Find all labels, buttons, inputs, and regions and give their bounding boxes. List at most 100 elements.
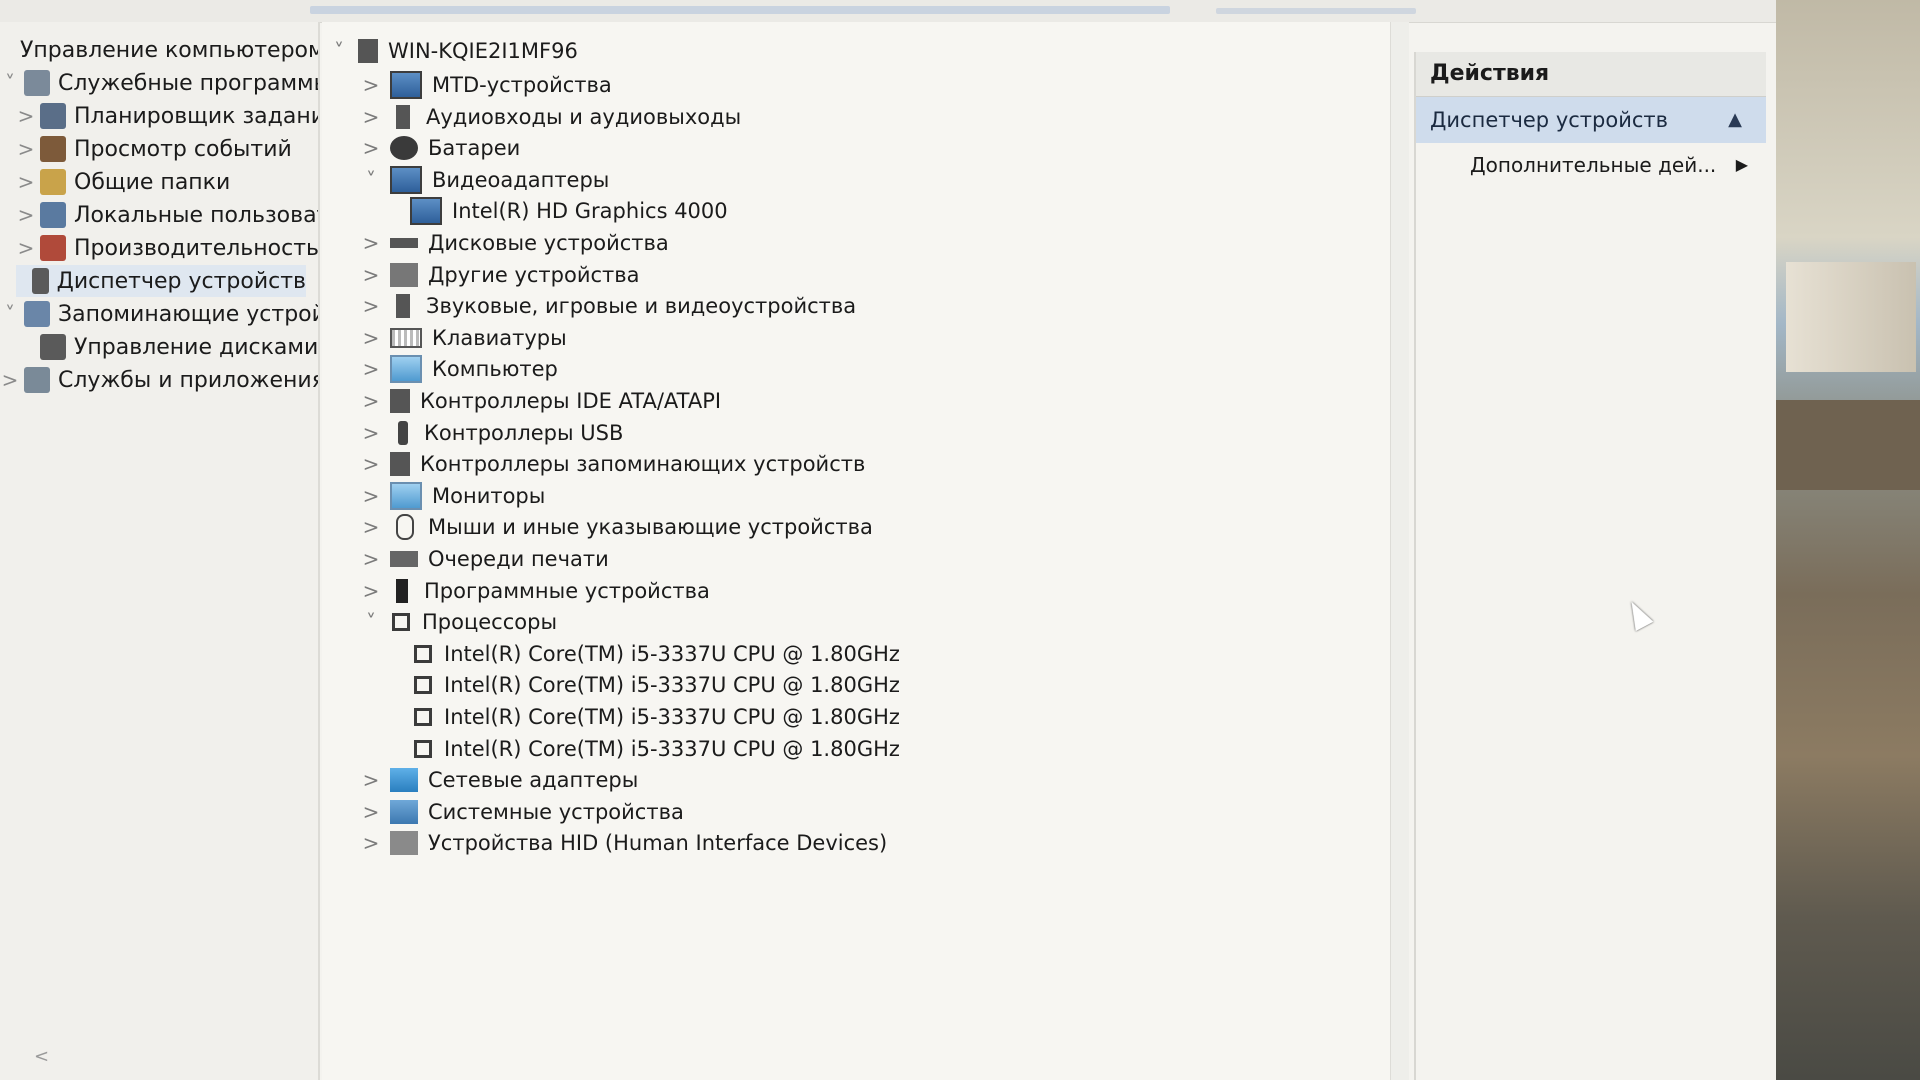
expand-chevron-icon[interactable]: > [360,136,382,160]
nav-item[interactable]: ˅ Запоминающие устройст [0,298,318,330]
nav-item[interactable]: > Локальные пользовате [16,199,318,231]
expand-chevron-icon[interactable]: > [360,294,382,318]
other-device-icon [390,262,418,287]
chip-device-icon [414,676,432,695]
expand-chevron-icon[interactable]: ˅ [360,168,382,192]
device-item[interactable]: Intel(R) Core(TM) i5-3337U CPU @ 1.80GHz [382,670,900,700]
device-label: Системные устройства [428,799,684,824]
expand-chevron-icon[interactable]: > [360,484,382,508]
device-category[interactable]: > Батареи [360,133,520,163]
more-actions-item[interactable]: Дополнительные дей... ▶ [1416,143,1766,187]
services-icon [24,367,50,393]
expand-chevron-icon[interactable]: > [0,368,20,392]
device-category[interactable]: > MTD-устройства [360,70,612,100]
device-category[interactable]: > Мыши и иные указывающие устройства [360,512,873,542]
chip-device-icon [414,739,432,758]
expand-chevron-icon[interactable]: ˅ [0,302,20,326]
device-category[interactable]: ˅ Видеоадаптеры [360,165,609,195]
nav-horizontal-scrollbar[interactable]: < > [20,1046,318,1067]
nav-item[interactable]: Управление компьютером (л [0,34,320,66]
actions-pane: Действия Диспетчер устройств ▲ Дополните… [1414,52,1766,1080]
nav-item[interactable]: > Службы и приложения [0,364,320,396]
expand-chevron-icon[interactable]: > [16,236,36,260]
toolbar-strip [310,6,1170,14]
expand-chevron-icon[interactable]: > [360,579,382,603]
device-category[interactable]: > Системные устройства [360,797,684,827]
device-category[interactable]: > Компьютер [360,354,558,384]
device-category[interactable]: > Контроллеры USB [360,418,623,448]
device-label: Другие устройства [428,262,640,287]
expand-chevron-icon[interactable]: > [360,800,382,824]
device-item[interactable]: Intel(R) HD Graphics 4000 [380,196,728,226]
expand-chevron-icon[interactable]: > [360,389,382,413]
expand-chevron-icon[interactable]: > [360,421,382,445]
expand-chevron-icon[interactable]: > [360,263,382,287]
device-manager-icon [32,268,49,294]
desktop-wallpaper [1776,0,1920,1080]
expand-chevron-icon[interactable]: > [360,231,382,255]
device-item[interactable]: Intel(R) Core(TM) i5-3337U CPU @ 1.80GHz [382,702,900,732]
nav-item[interactable]: > Просмотр событий [16,133,292,165]
device-tree-scrollbar[interactable] [1390,22,1409,1080]
device-category[interactable]: > Дисковые устройства [360,228,669,258]
device-category[interactable]: > Контроллеры запоминающих устройств [360,449,865,479]
device-category[interactable]: > Очереди печати [360,544,609,574]
expand-chevron-icon[interactable]: > [360,768,382,792]
expand-chevron-icon[interactable]: > [16,170,36,194]
expand-chevron-icon[interactable]: ˅ [360,610,382,634]
tree-root[interactable]: ˅ WIN-KQIE2I1MF96 [328,36,578,66]
device-label: MTD-устройства [432,73,612,97]
device-label: Программные устройства [424,578,710,603]
device-label: Сетевые адаптеры [428,768,639,793]
device-category[interactable]: > Клавиатуры [360,323,567,353]
nav-item[interactable]: ˅ Служебные программы [0,67,318,99]
expand-chevron-icon[interactable]: > [16,203,36,227]
expand-chevron-icon[interactable]: > [360,547,382,571]
device-label: Дисковые устройства [428,231,669,255]
collapse-chevron-icon[interactable]: ˅ [328,39,350,63]
nav-item[interactable]: > Общие папки [16,166,230,198]
nav-item-label: Службы и приложения [58,367,320,393]
expand-chevron-icon[interactable]: > [360,326,382,350]
mouse-device-icon [396,514,414,541]
users-icon [40,202,66,228]
expand-chevron-icon[interactable]: > [360,105,382,129]
nav-item[interactable]: Управление дисками [16,331,318,363]
device-category[interactable]: > Мониторы [360,481,545,511]
expand-chevron-icon[interactable]: > [360,357,382,381]
device-label: Intel(R) Core(TM) i5-3337U CPU @ 1.80GHz [444,705,900,729]
expand-chevron-icon[interactable]: ˅ [0,71,20,95]
device-category[interactable]: > Устройства HID (Human Interface Devices… [360,828,887,858]
expand-chevron-icon[interactable]: > [360,515,382,539]
device-category[interactable]: > Другие устройства [360,260,640,290]
device-category[interactable]: ˅ Процессоры [360,607,557,637]
device-item[interactable]: Intel(R) Core(TM) i5-3337U CPU @ 1.80GHz [382,734,900,764]
snd-device-icon [396,104,410,129]
device-category[interactable]: > Сетевые адаптеры [360,765,638,795]
tree-root-label: WIN-KQIE2I1MF96 [388,39,578,63]
expand-chevron-icon[interactable]: > [16,104,36,128]
device-label: Батареи [428,136,521,161]
expand-chevron-icon[interactable]: > [360,831,382,855]
expand-chevron-icon[interactable]: > [360,452,382,476]
screen-device-icon [390,71,422,99]
actions-section-device-manager[interactable]: Диспетчер устройств ▲ [1416,97,1766,143]
device-category[interactable]: > Контроллеры IDE ATA/ATAPI [360,386,721,416]
expand-chevron-icon[interactable]: > [360,73,382,97]
scroll-left-arrow[interactable]: < [34,1046,49,1067]
nav-item[interactable]: > Производительность [16,232,318,264]
device-label: Очереди печати [428,547,609,571]
sys-device-icon [390,799,418,824]
expand-chevron-icon[interactable]: > [16,137,36,161]
fw-device-icon [396,578,408,603]
device-category[interactable]: > Программные устройства [360,576,710,606]
device-category[interactable]: > Аудиовходы и аудиовыходы [360,102,741,132]
nav-item[interactable]: Диспетчер устройств [16,265,306,297]
device-category[interactable]: > Звуковые, игровые и видеоустройства [360,291,856,321]
nav-item[interactable]: > Планировщик заданий [16,100,318,132]
clock-icon [40,103,66,129]
device-item[interactable]: Intel(R) Core(TM) i5-3337U CPU @ 1.80GHz [382,639,900,669]
collapse-caret-icon[interactable]: ▲ [1728,97,1742,143]
device-label: Клавиатуры [432,325,567,350]
nav-item-label: Управление компьютером (л [20,37,320,63]
